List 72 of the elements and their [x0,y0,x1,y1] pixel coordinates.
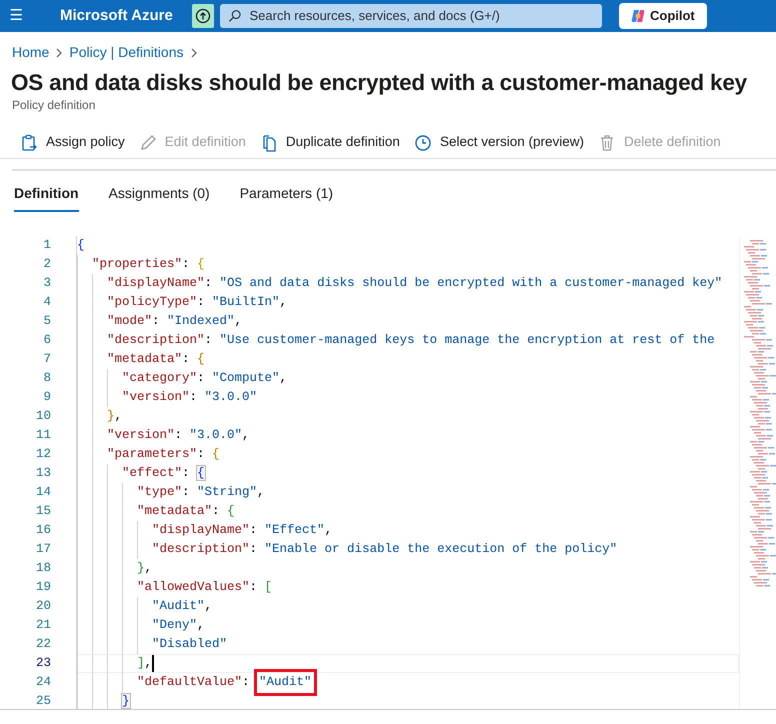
brand-name[interactable]: Microsoft Azure [60,4,192,28]
line-number: 10 [34,408,51,426]
code-line: "Audit", [152,598,212,616]
code-line: "displayName": "Effect", [152,522,332,540]
page-title: OS and data disks should be encrypted with a customer-managed key [11,69,748,96]
code-line: "version": "3.0.0" [122,389,258,406]
code-line: "allowedValues": [ [137,579,272,596]
highlighted-value: "Audit" [257,672,314,693]
code-line: "type": "String", [137,484,265,502]
code-line: "description": "Use customer-managed keys to manage the encryption at rest of the [107,332,715,350]
toolbar-button[interactable]: Duplicate definition [260,132,400,153]
code-line: "effect": { [122,465,205,482]
line-number: 23 [34,655,51,672]
line-number: 11 [34,427,51,444]
code-line: "parameters": { [107,446,220,464]
line-number: 24 [34,674,51,692]
line-number: 12 [34,446,51,464]
code-line: "properties": { [92,256,205,274]
line-number: 8 [42,370,51,388]
text-cursor [152,655,154,672]
toolbar-button[interactable]: Select version (preview) [414,132,584,153]
code-line: "displayName": "OS and data disks should be encrypted with a customer-managed key" [107,275,722,292]
code-line: { [77,237,85,254]
line-number: 9 [42,389,51,406]
code-line: "Disabled" [152,636,228,654]
code-line: "defaultValue": [137,674,251,692]
line-number: 22 [34,636,51,654]
clock-icon [414,134,432,152]
line-number: 3 [42,275,51,292]
code-line: "Deny", [152,617,205,634]
page-subtitle: Policy definition [12,97,96,114]
code-line: "description": "Enable or disable the execution of the policy" [152,541,618,558]
clipboard-icon [20,134,38,152]
line-number: 14 [34,484,51,502]
code-line: ], [137,655,152,672]
line-number: 7 [42,351,51,368]
line-number: 4 [42,294,51,312]
menu-button[interactable]: ☰ [0,4,32,28]
line-number: 5 [42,313,51,330]
line-number: 13 [34,465,51,482]
search-field[interactable]: Search resources, services, and docs (G+/) [220,4,602,28]
code-line: "version": "3.0.0", [107,427,250,444]
trash-icon [598,134,616,152]
line-number: 17 [34,541,51,558]
upload-button[interactable] [192,4,214,28]
code-line: }, [137,560,152,578]
code-line: "mode": "Indexed", [107,313,242,330]
line-number: 1 [42,237,51,254]
breadcrumb-link[interactable]: Home [12,42,50,63]
tab[interactable]: Definition [14,181,79,212]
line-number: 6 [42,332,51,350]
line-number: 16 [34,522,51,540]
code-line: "category": "Compute", [122,370,288,388]
copilot-button[interactable]: Copilot [619,3,707,29]
copilot-icon [631,9,645,23]
line-number: 20 [34,598,51,616]
line-number: 18 [34,560,51,578]
line-number: 25 [34,693,51,709]
code-line: "metadata": { [107,351,205,368]
pencil-icon [138,134,157,152]
tab[interactable]: Parameters (1) [240,181,334,212]
tab[interactable]: Assignments (0) [108,181,210,212]
code-line: "metadata": { [137,503,235,520]
line-number: 21 [34,617,51,634]
line-number: 15 [34,503,51,520]
line-number: 19 [34,579,51,596]
line-number: 2 [42,256,51,274]
search-icon [228,9,242,23]
code-line: }, [107,408,122,426]
breadcrumb-link[interactable]: Policy | Definitions [69,42,184,63]
toolbar-button[interactable]: Assign policy [20,132,125,153]
code-line: "policyType": "BuiltIn", [107,294,288,312]
